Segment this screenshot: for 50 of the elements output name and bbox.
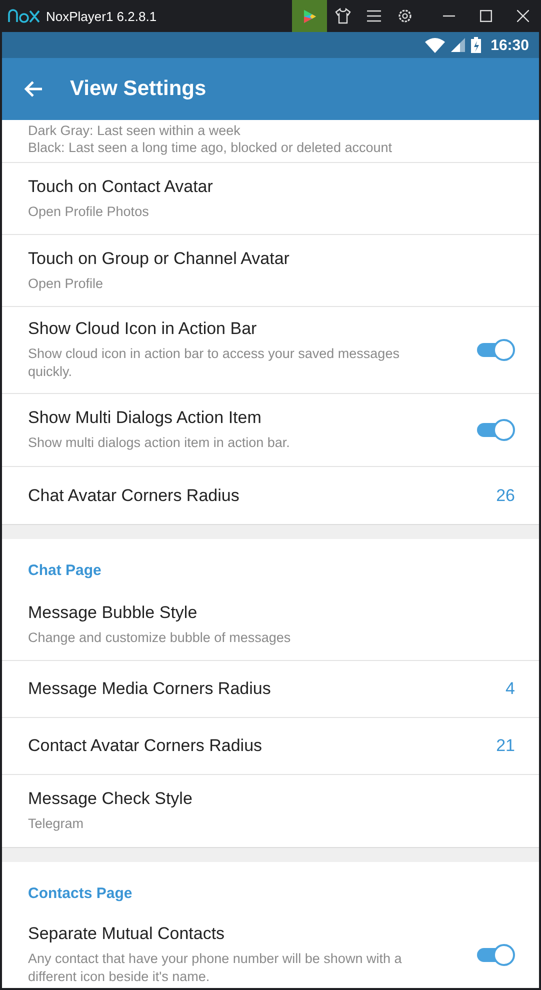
maximize-icon[interactable]: [480, 10, 492, 22]
wifi-icon: [424, 38, 445, 52]
setting-row[interactable]: Chat Avatar Corners Radius 26: [2, 467, 539, 524]
setting-row[interactable]: Message Check Style Telegram: [2, 775, 539, 847]
setting-title: Message Check Style: [28, 789, 194, 809]
settings-icon: [396, 8, 412, 24]
setting-subtitle: Telegram: [28, 815, 85, 833]
setting-title: Show Cloud Icon in Action Bar: [28, 319, 258, 339]
close-icon[interactable]: [516, 10, 528, 22]
note-text: Black: Last seen a long time ago, blocked or deleted account: [28, 139, 393, 156]
battery-icon: [470, 37, 481, 53]
setting-title: Touch on Group or Channel Avatar: [28, 248, 290, 268]
toggle-switch[interactable]: [475, 338, 515, 362]
play-icon: [304, 10, 316, 22]
setting-subtitle: Any contact that have your phone number will be shown with a different icon beside it's name.: [28, 950, 403, 986]
logo-icon: [8, 9, 40, 23]
setting-title: Chat Avatar Corners Radius: [28, 486, 240, 506]
screen-title: View Settings: [70, 77, 206, 101]
setting-title: Separate Mutual Contacts: [28, 924, 226, 944]
window-title: NoxPlayer1 6.2.8.1: [46, 8, 158, 24]
setting-title: Message Media Corners Radius: [28, 679, 272, 699]
setting-row[interactable]: Show Cloud Icon in Action Bar Show cloud icon in action bar to access your saved messages quickly.: [2, 307, 539, 394]
setting-row[interactable]: Separate Mutual Contacts Any contact that have your phone number will be shown with a different icon beside it's name.: [2, 912, 539, 988]
setting-value: 21: [496, 736, 515, 756]
setting-subtitle: Change and customize bubble of messages: [28, 628, 292, 646]
signal-icon: [450, 38, 465, 52]
menu-icon: [366, 10, 380, 22]
toggle-switch[interactable]: [475, 418, 515, 442]
shirt-icon: [334, 8, 350, 24]
setting-subtitle: Open Profile Photos: [28, 202, 150, 220]
section-header: Contacts Page: [27, 884, 134, 904]
setting-title: Contact Avatar Corners Radius: [28, 736, 264, 756]
setting-title: Show Multi Dialogs Action Item: [28, 408, 262, 428]
setting-subtitle: Open Profile: [28, 274, 104, 292]
setting-row[interactable]: Touch on Group or Channel Avatar Open Profile: [2, 235, 539, 307]
setting-title: Message Bubble Style: [28, 602, 198, 622]
setting-row[interactable]: Touch on Contact Avatar Open Profile Photos: [2, 163, 539, 235]
setting-value: 26: [496, 486, 515, 506]
setting-row[interactable]: Show Multi Dialogs Action Item Show multi dialogs action item in action bar.: [2, 394, 539, 467]
note-text: Dark Gray: Last seen within a week: [28, 122, 242, 139]
setting-row[interactable]: Message Bubble Style Change and customize bubble of messages: [2, 589, 539, 661]
setting-subtitle: Show multi dialogs action item in action bar.: [28, 434, 291, 452]
setting-value: 4: [506, 679, 515, 699]
status-time: 16:30: [490, 36, 529, 54]
setting-row[interactable]: Message Media Corners Radius 4: [2, 661, 539, 718]
setting-subtitle: Show cloud icon in action bar to access your saved messages quickly.: [28, 345, 400, 381]
setting-row[interactable]: Contact Avatar Corners Radius 21: [2, 718, 539, 775]
toggle-switch[interactable]: [475, 943, 515, 967]
section-header: Chat Page: [27, 561, 102, 581]
setting-title: Touch on Contact Avatar: [28, 176, 214, 196]
